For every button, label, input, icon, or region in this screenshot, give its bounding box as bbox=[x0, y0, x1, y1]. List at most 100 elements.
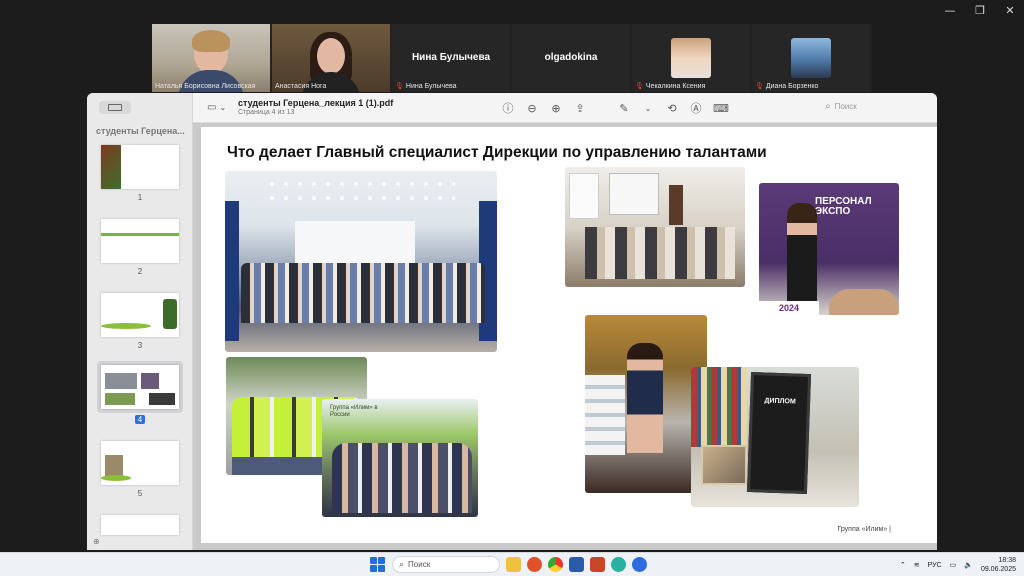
mic-off-icon: 🎙 bbox=[395, 83, 404, 90]
participant-tile[interactable]: 🎙 Чекалкина Ксения bbox=[632, 24, 750, 92]
participant-tile[interactable]: 🎙 Диана Борзенко bbox=[752, 24, 870, 92]
language-indicator[interactable]: РУС bbox=[928, 562, 942, 569]
page-thumbnail[interactable] bbox=[101, 515, 179, 535]
participant-tile[interactable]: Нина Булычева 🎙 Нина Булычева bbox=[392, 24, 510, 92]
sidebar-view-icon: ▭ bbox=[207, 102, 217, 113]
annotate-icon[interactable]: Ⓐ bbox=[689, 100, 703, 116]
lecture-photo bbox=[565, 167, 745, 287]
thumbnail-bar bbox=[101, 233, 179, 236]
time: 18:38 bbox=[998, 557, 1016, 564]
page-thumbnail[interactable] bbox=[101, 293, 179, 337]
share-icon[interactable]: ⇪ bbox=[573, 102, 587, 115]
people-group bbox=[241, 263, 485, 323]
search-placeholder: Поиск bbox=[834, 102, 857, 111]
page-number-selected: 4 bbox=[87, 415, 193, 424]
search-field[interactable]: ⌕ Поиск bbox=[825, 101, 857, 112]
taskbar-search[interactable]: ⌕ Поиск bbox=[392, 556, 500, 573]
page-number: 3 bbox=[137, 341, 143, 350]
participant-video bbox=[317, 38, 345, 74]
zoom-in-icon[interactable]: ⊕ bbox=[549, 102, 563, 115]
chevron-up-icon[interactable]: ⌃ bbox=[900, 561, 906, 569]
page-indicator: Страница 4 из 13 bbox=[238, 109, 295, 116]
participant-tile[interactable]: Наталья Борисовна Лисовская bbox=[152, 24, 270, 92]
award-photo bbox=[585, 315, 707, 493]
whiteboard-shape bbox=[569, 173, 599, 219]
projector-screen bbox=[295, 221, 415, 265]
page-thumbnail-selected[interactable] bbox=[101, 365, 179, 409]
books-shelf bbox=[691, 367, 747, 447]
mic-off-icon: 🎙 bbox=[755, 83, 764, 90]
map-caption: Группа «Илим» в России bbox=[330, 405, 378, 418]
participant-name: Анастасия Нога bbox=[275, 83, 327, 90]
close-icon[interactable]: ✕ bbox=[1004, 4, 1016, 17]
wifi-icon[interactable]: ≋ bbox=[914, 561, 920, 569]
start-button[interactable] bbox=[370, 556, 386, 573]
thumbnail-image bbox=[149, 393, 175, 405]
diploma-frame: ДИПЛОМ bbox=[746, 371, 812, 495]
participant-name: 🎙 Диана Борзенко bbox=[755, 82, 819, 91]
add-icon[interactable]: ⊕ bbox=[93, 537, 100, 546]
sidebar-icon bbox=[108, 104, 122, 111]
form-fill-icon[interactable]: ⌨ bbox=[713, 102, 729, 115]
document-canvas[interactable]: Что делает Главный специалист Дирекции п… bbox=[193, 123, 937, 550]
minimize-icon[interactable]: — bbox=[944, 4, 956, 17]
search-icon: ⌕ bbox=[825, 101, 831, 112]
participants-strip: Наталья Борисовна Лисовская Анастасия Но… bbox=[152, 24, 872, 92]
participant-tile-active[interactable]: Анастасия Нога bbox=[272, 24, 390, 92]
students-seated bbox=[585, 227, 735, 279]
page-thumbnail[interactable] bbox=[101, 145, 179, 189]
thumbnail-image bbox=[141, 373, 159, 389]
clock[interactable]: 18:38 09.06.2025 bbox=[981, 556, 1016, 574]
expo-year: 2024 bbox=[759, 301, 819, 315]
woman-figure bbox=[627, 343, 663, 453]
volume-icon[interactable]: 🔈 bbox=[964, 561, 973, 569]
thumbnail-wave bbox=[101, 323, 151, 329]
restore-icon[interactable]: ❐ bbox=[974, 4, 986, 17]
markup-pen-icon[interactable]: ✎ bbox=[617, 102, 631, 115]
search-icon: ⌕ bbox=[399, 559, 405, 569]
view-menu-button[interactable]: ▭ ⌄ bbox=[207, 102, 226, 113]
participant-display-name: olgadokina bbox=[544, 52, 598, 63]
app-icon[interactable] bbox=[611, 557, 626, 572]
yandex-browser-icon[interactable] bbox=[527, 557, 542, 572]
mic-off-icon: 🎙 bbox=[635, 83, 644, 90]
info-icon[interactable]: ⓘ bbox=[501, 100, 515, 116]
rotate-icon[interactable]: ⟲ bbox=[665, 102, 679, 115]
date: 09.06.2025 bbox=[980, 566, 1016, 573]
thumbnail-wave bbox=[101, 475, 131, 481]
file-explorer-icon[interactable] bbox=[506, 557, 521, 572]
participant-name: 🎙 Чекалкина Ксения bbox=[635, 82, 706, 91]
chevron-down-icon[interactable]: ⌄ bbox=[641, 104, 655, 113]
sidebar-title: студенты Герцена... bbox=[96, 126, 185, 136]
whiteboard-shape bbox=[609, 173, 659, 215]
crowd-shape bbox=[332, 443, 472, 513]
door-shape bbox=[669, 185, 683, 225]
slide-footer: Группа «Илим» | bbox=[837, 526, 891, 533]
toolbar-actions: ⓘ ⊖ ⊕ ⇪ ✎ ⌄ ⟲ Ⓐ ⌨ bbox=[501, 100, 729, 116]
crowd-map-photo: Группа «Илим» в России bbox=[322, 399, 478, 517]
page-thumbnail[interactable] bbox=[101, 219, 179, 263]
zoom-out-icon[interactable]: ⊖ bbox=[525, 102, 539, 115]
thumbnail-sidebar: студенты Герцена... 1 2 3 4 5 ⊕ bbox=[87, 93, 193, 550]
powerpoint-icon[interactable] bbox=[590, 557, 605, 572]
monitor-icon[interactable]: ▭ bbox=[950, 561, 957, 569]
expo-photo: ПЕРСОНАЛ ЭКСПО 2024 bbox=[759, 183, 899, 315]
sidebar-toggle-button[interactable] bbox=[99, 101, 131, 114]
document-title: студенты Герцена_лекция 1 (1).pdf bbox=[238, 98, 394, 108]
chrome-icon[interactable] bbox=[548, 557, 563, 572]
participant-tile[interactable]: olgadokina bbox=[512, 24, 630, 92]
word-icon[interactable] bbox=[569, 557, 584, 572]
hair-shape bbox=[192, 30, 230, 52]
participant-name: 🎙 Нина Булычева bbox=[395, 82, 457, 91]
award-frame bbox=[701, 445, 747, 485]
curtain-shape bbox=[225, 201, 239, 341]
page-thumbnail[interactable] bbox=[101, 441, 179, 485]
pdf-viewer-window: студенты Герцена... 1 2 3 4 5 ⊕ ▭ ⌄ студ… bbox=[87, 93, 937, 550]
participant-name: Наталья Борисовна Лисовская bbox=[155, 83, 256, 90]
audience-shape bbox=[585, 375, 625, 455]
pdf-page: Что делает Главный специалист Дирекции п… bbox=[201, 127, 937, 543]
zoom-icon[interactable] bbox=[632, 557, 647, 572]
avatar bbox=[671, 38, 711, 78]
screen: — ❐ ✕ Наталья Борисовна Лисовская Анаста… bbox=[0, 0, 1024, 576]
window-controls: — ❐ ✕ bbox=[944, 4, 1016, 17]
